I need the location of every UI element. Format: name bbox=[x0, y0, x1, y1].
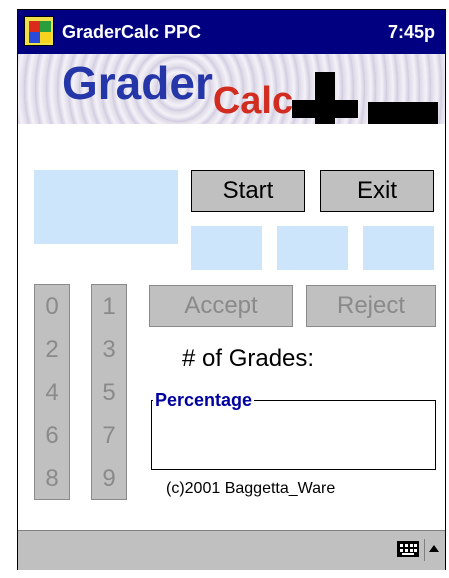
keypad-right-column: 1 3 5 7 9 bbox=[91, 284, 127, 500]
up-arrow-icon[interactable] bbox=[429, 545, 439, 552]
key-1[interactable]: 1 bbox=[92, 285, 126, 328]
display-box-3 bbox=[363, 226, 434, 270]
copyright-text: (c)2001 Baggetta_Ware bbox=[166, 480, 336, 497]
reject-button[interactable]: Reject bbox=[306, 285, 436, 327]
title-bar: GraderCalc PPC 7:45p bbox=[18, 10, 445, 54]
pocketpc-window: GraderCalc PPC 7:45p GraderCalc Start Ex… bbox=[17, 9, 446, 570]
command-bar bbox=[18, 530, 445, 570]
separator bbox=[424, 539, 425, 561]
keyboard-icon[interactable] bbox=[397, 541, 419, 557]
clock[interactable]: 7:45p bbox=[388, 22, 435, 43]
windows-start-icon[interactable] bbox=[24, 16, 54, 46]
app-title: GraderCalc PPC bbox=[62, 22, 202, 42]
exit-button[interactable]: Exit bbox=[320, 170, 434, 212]
logo-calc: Calc bbox=[212, 80, 294, 122]
display-box-2 bbox=[277, 226, 348, 270]
key-2[interactable]: 2 bbox=[35, 328, 69, 371]
logo-grader: Grader bbox=[62, 57, 213, 109]
key-4[interactable]: 4 bbox=[35, 371, 69, 414]
gradercalc-banner-logo: GraderCalc bbox=[18, 54, 445, 124]
key-5[interactable]: 5 bbox=[92, 371, 126, 414]
start-button[interactable]: Start bbox=[191, 170, 305, 212]
accept-button[interactable]: Accept bbox=[149, 285, 293, 327]
logo-text: GraderCalc bbox=[62, 56, 293, 122]
key-7[interactable]: 7 bbox=[92, 414, 126, 457]
display-box-1 bbox=[191, 226, 262, 270]
num-grades-label: # of Grades: bbox=[182, 345, 315, 372]
key-8[interactable]: 8 bbox=[35, 457, 69, 500]
key-0[interactable]: 0 bbox=[35, 285, 69, 328]
keypad-left-column: 0 2 4 6 8 bbox=[34, 284, 70, 500]
percentage-label: Percentage bbox=[153, 390, 255, 411]
minus-icon bbox=[368, 102, 438, 124]
grade-display-area bbox=[34, 170, 178, 244]
plus-icon-vertical bbox=[315, 72, 335, 124]
key-3[interactable]: 3 bbox=[92, 328, 126, 371]
key-9[interactable]: 9 bbox=[92, 457, 126, 500]
key-6[interactable]: 6 bbox=[35, 414, 69, 457]
